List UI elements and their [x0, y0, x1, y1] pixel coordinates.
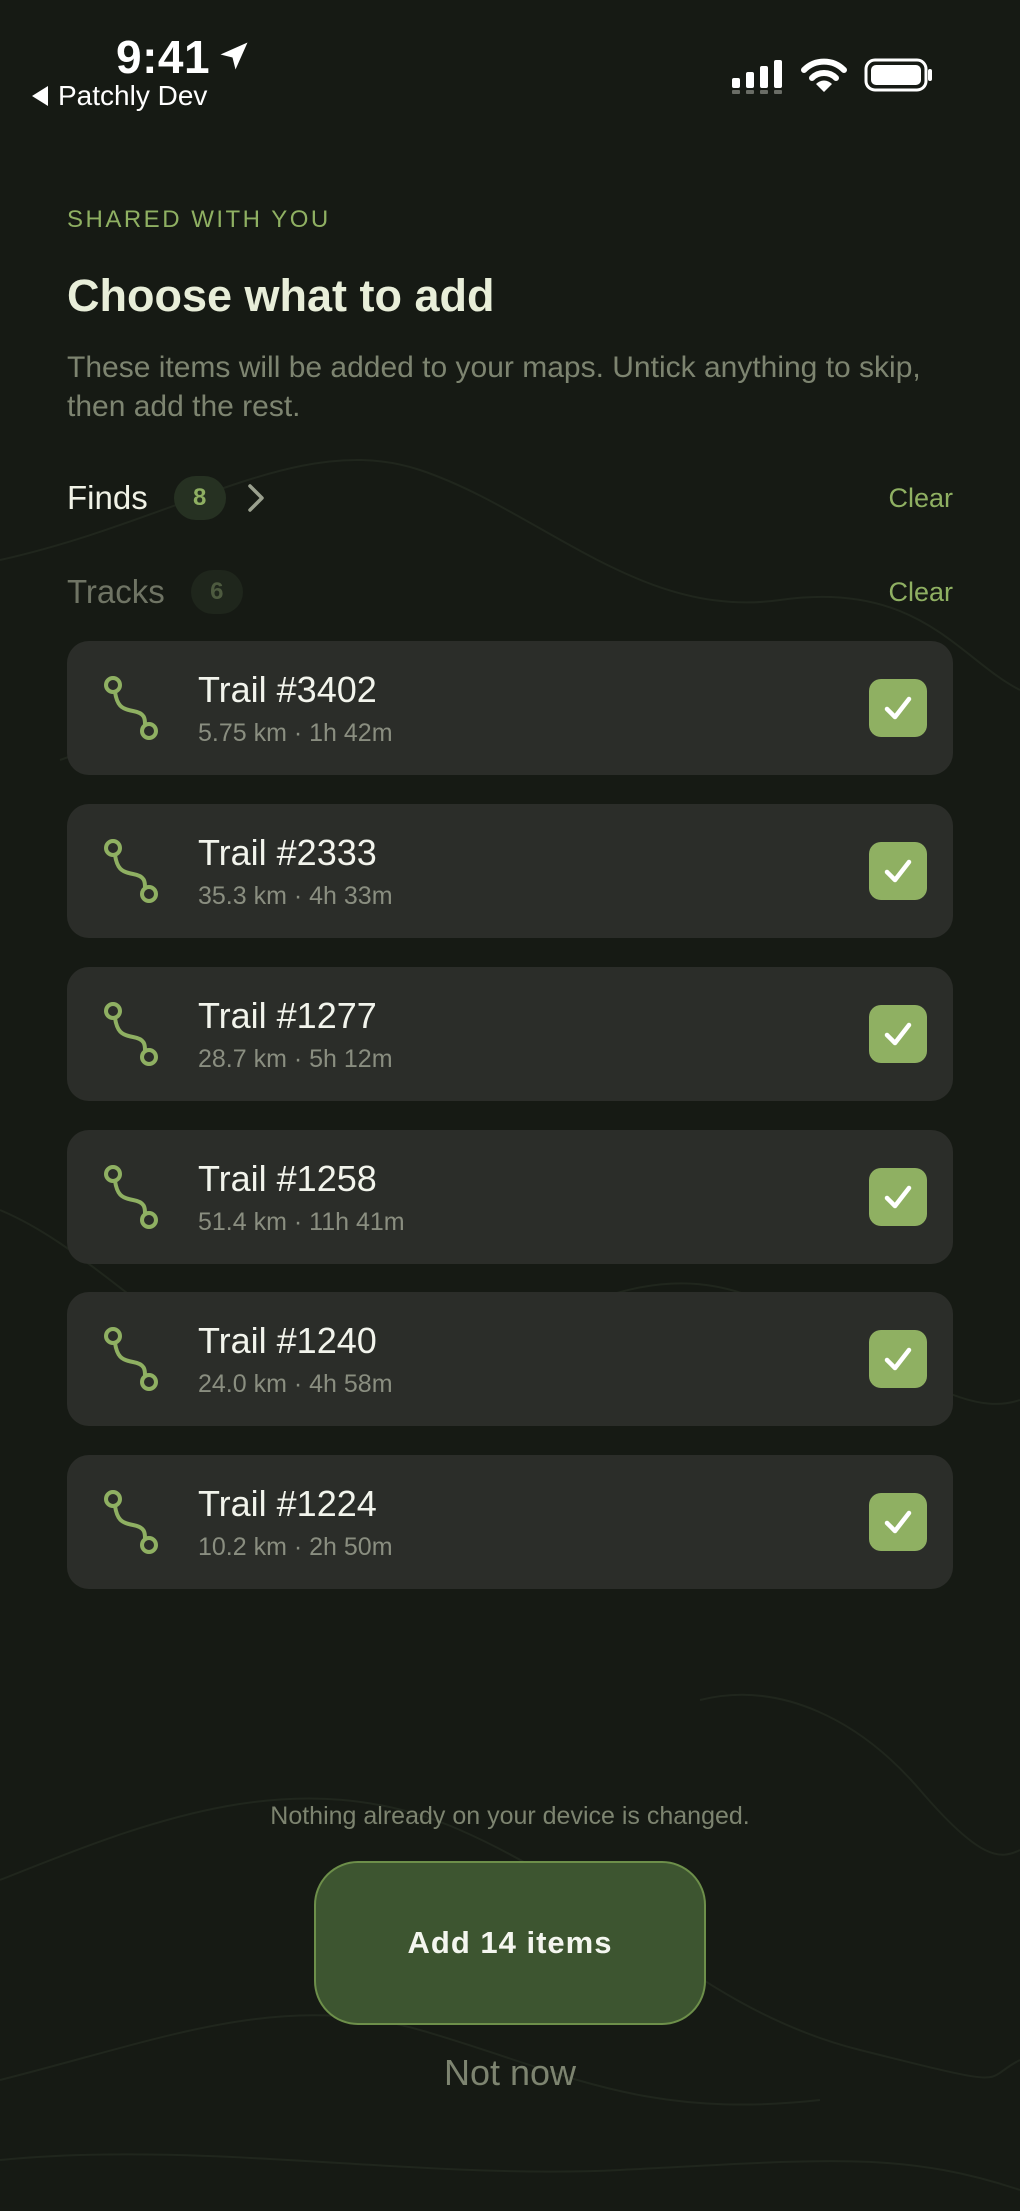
track-name: Trail #1277 — [198, 995, 377, 1036]
track-meta: 10.2 km · 2h 50m — [198, 1533, 393, 1561]
back-to-app-button[interactable]: Patchly Dev — [32, 80, 207, 112]
tracks-section-header: Tracks 6 Clear — [67, 566, 953, 618]
not-now-button[interactable]: Not now — [0, 2052, 1020, 2094]
route-icon — [104, 676, 158, 740]
track-card[interactable]: Trail #1240 24.0 km · 4h 58m — [67, 1292, 953, 1426]
add-items-button[interactable]: Add 14 items — [314, 1861, 706, 2025]
battery-icon — [864, 58, 932, 92]
checkmark-icon — [884, 696, 912, 720]
checkmark-icon — [884, 1185, 912, 1209]
back-triangle-icon — [32, 86, 48, 106]
route-icon — [104, 1002, 158, 1066]
status-time: 9:41 — [116, 31, 211, 83]
track-card[interactable]: Trail #1224 10.2 km · 2h 50m — [67, 1455, 953, 1589]
track-card[interactable]: Trail #1277 28.7 km · 5h 12m — [67, 967, 953, 1101]
track-name: Trail #1224 — [198, 1483, 377, 1524]
page-subtitle: These items will be added to your maps. … — [67, 351, 921, 423]
track-checkbox[interactable] — [869, 679, 927, 737]
track-meta: 24.0 km · 4h 58m — [198, 1370, 393, 1398]
checkmark-icon — [884, 1022, 912, 1046]
footer-note: Nothing already on your device is change… — [270, 1802, 750, 1830]
finds-clear-button[interactable]: Clear — [888, 483, 953, 514]
checkmark-icon — [884, 859, 912, 883]
cellular-signal-icon — [732, 60, 782, 94]
checkmark-icon — [884, 1347, 912, 1371]
track-meta: 28.7 km · 5h 12m — [198, 1045, 393, 1073]
track-name: Trail #1258 — [198, 1158, 377, 1199]
finds-title: Finds — [67, 479, 148, 516]
page-title: Choose what to add — [67, 270, 495, 321]
tracks-clear-button[interactable]: Clear — [888, 577, 953, 608]
route-icon — [104, 1490, 158, 1554]
track-checkbox[interactable] — [869, 842, 927, 900]
finds-count-badge: 8 — [173, 476, 226, 520]
tracks-title: Tracks — [67, 573, 165, 610]
track-card[interactable]: Trail #1258 51.4 km · 11h 41m — [67, 1130, 953, 1264]
track-checkbox[interactable] — [869, 1493, 927, 1551]
track-meta: 51.4 km · 11h 41m — [198, 1208, 405, 1236]
route-icon — [104, 839, 158, 903]
track-checkbox[interactable] — [869, 1168, 927, 1226]
track-meta: 5.75 km · 1h 42m — [198, 719, 393, 747]
route-icon — [104, 1327, 158, 1391]
chevron-right-icon[interactable] — [246, 483, 268, 513]
track-name: Trail #3402 — [198, 669, 377, 710]
location-arrow-icon — [220, 42, 248, 70]
wifi-icon — [801, 58, 847, 92]
back-app-label: Patchly Dev — [58, 80, 208, 111]
tracks-count-badge: 6 — [190, 570, 243, 614]
finds-section-header[interactable]: Finds 8 Clear — [67, 472, 953, 524]
share-import-screen: 9:41 Patchly Dev SHARED WITH YOU Choose … — [0, 0, 1020, 2211]
checkmark-icon — [884, 1510, 912, 1534]
track-meta: 35.3 km · 4h 33m — [198, 882, 393, 910]
track-card[interactable]: Trail #2333 35.3 km · 4h 33m — [67, 804, 953, 938]
track-card[interactable]: Trail #3402 5.75 km · 1h 42m — [67, 641, 953, 775]
track-checkbox[interactable] — [869, 1330, 927, 1388]
route-icon — [104, 1165, 158, 1229]
track-name: Trail #2333 — [198, 832, 377, 873]
eyebrow-label: SHARED WITH YOU — [67, 206, 331, 233]
track-checkbox[interactable] — [869, 1005, 927, 1063]
track-name: Trail #1240 — [198, 1320, 377, 1361]
